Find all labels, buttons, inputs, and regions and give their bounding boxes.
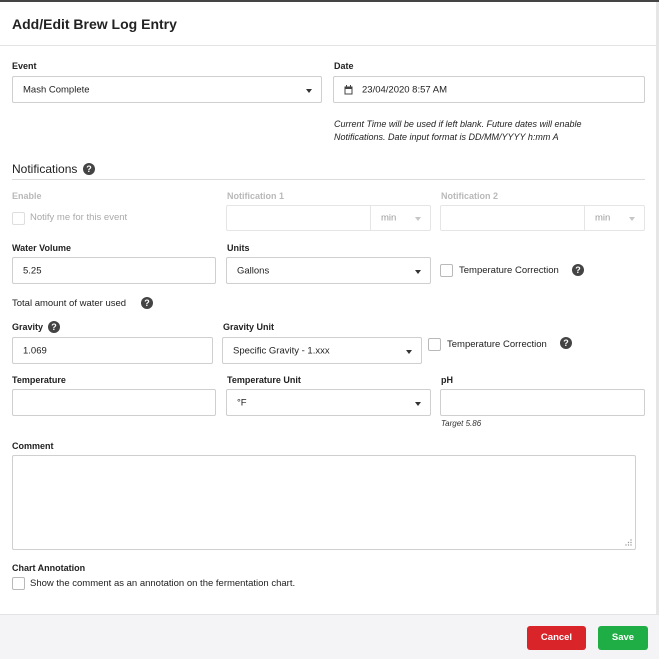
chevron-down-icon	[415, 217, 421, 221]
save-button[interactable]: Save	[598, 626, 648, 650]
gravity-unit-label: Gravity Unit	[223, 322, 275, 332]
dialog-header: Add/Edit Brew Log Entry	[0, 2, 656, 46]
temperature-unit-select[interactable]: °F	[226, 389, 431, 416]
help-icon[interactable]: ?	[572, 264, 584, 276]
water-volume-input[interactable]: 5.25	[12, 257, 216, 284]
resize-handle-icon[interactable]	[625, 539, 632, 546]
units-select-value: Gallons	[237, 265, 270, 276]
calendar-icon	[344, 85, 353, 95]
water-volume-label: Water Volume	[12, 243, 72, 253]
chevron-down-icon	[415, 401, 421, 406]
comment-textarea[interactable]	[12, 455, 636, 550]
date-input-value: 23/04/2020 8:57 AM	[362, 84, 448, 95]
temperature-unit-value: °F	[237, 397, 247, 408]
ph-input[interactable]	[440, 389, 645, 416]
section-divider	[12, 179, 645, 180]
notification2-unit-select[interactable]: min	[584, 206, 644, 230]
temperature-label: Temperature	[12, 375, 66, 385]
help-icon[interactable]: ?	[83, 163, 95, 175]
water-help-text: Total amount of water used	[12, 298, 127, 309]
gravity-value: 1.069	[23, 345, 47, 356]
notify-checkbox[interactable]	[12, 212, 25, 225]
annotation-checkbox-label: Show the comment as an annotation on the…	[30, 578, 296, 589]
water-volume-value: 5.25	[23, 265, 42, 276]
chevron-down-icon	[415, 269, 421, 274]
event-label: Event	[12, 61, 37, 71]
gravity-unit-value: Specific Gravity - 1.xxx	[233, 345, 330, 356]
units-select[interactable]: Gallons	[226, 257, 431, 284]
notification1-unit-select[interactable]: min	[370, 206, 430, 230]
water-temp-correction-checkbox[interactable]	[440, 264, 453, 277]
water-temp-correction-label: Temperature Correction	[459, 265, 559, 276]
date-label: Date	[334, 61, 354, 71]
event-select[interactable]: Mash Complete	[12, 76, 322, 103]
notification1-input[interactable]: min	[226, 205, 431, 231]
comment-label: Comment	[12, 441, 54, 451]
annotation-checkbox[interactable]	[12, 577, 25, 590]
enable-label: Enable	[12, 191, 42, 201]
units-label: Units	[227, 243, 250, 253]
notify-checkbox-label: Notify me for this event	[30, 212, 128, 223]
dialog-footer: Cancel Save	[0, 614, 659, 659]
notification2-label: Notification 2	[441, 191, 499, 201]
temperature-unit-label: Temperature Unit	[227, 375, 301, 385]
chevron-down-icon	[306, 88, 312, 93]
help-icon[interactable]: ?	[141, 297, 153, 309]
gravity-input[interactable]: 1.069	[12, 337, 213, 364]
chevron-down-icon	[406, 349, 412, 354]
gravity-label: Gravity	[12, 322, 44, 332]
cancel-button[interactable]: Cancel	[527, 626, 586, 650]
ph-label: pH	[441, 375, 453, 385]
chevron-down-icon	[629, 217, 635, 221]
date-help-note: Current Time will be used if left blank.…	[334, 119, 582, 142]
gravity-unit-select[interactable]: Specific Gravity - 1.xxx	[222, 337, 422, 364]
help-icon[interactable]: ?	[48, 321, 60, 333]
notification1-unit-value: min	[381, 212, 397, 224]
dialog-title: Add/Edit Brew Log Entry	[12, 16, 177, 32]
gravity-temp-correction-label: Temperature Correction	[447, 339, 547, 350]
event-select-value: Mash Complete	[23, 84, 90, 95]
ph-target-text: Target 5.86	[441, 419, 482, 428]
gravity-temp-correction-checkbox[interactable]	[428, 338, 441, 351]
notifications-heading: Notifications	[12, 162, 77, 176]
notifications-title: Notifications	[12, 162, 78, 176]
notification1-label: Notification 1	[227, 191, 285, 201]
help-icon[interactable]: ?	[560, 337, 572, 349]
notification2-unit-value: min	[595, 212, 611, 224]
notification2-input[interactable]: min	[440, 205, 645, 231]
date-input[interactable]: 23/04/2020 8:57 AM	[333, 76, 645, 103]
chart-annotation-label: Chart Annotation	[12, 563, 86, 573]
temperature-input[interactable]	[12, 389, 216, 416]
